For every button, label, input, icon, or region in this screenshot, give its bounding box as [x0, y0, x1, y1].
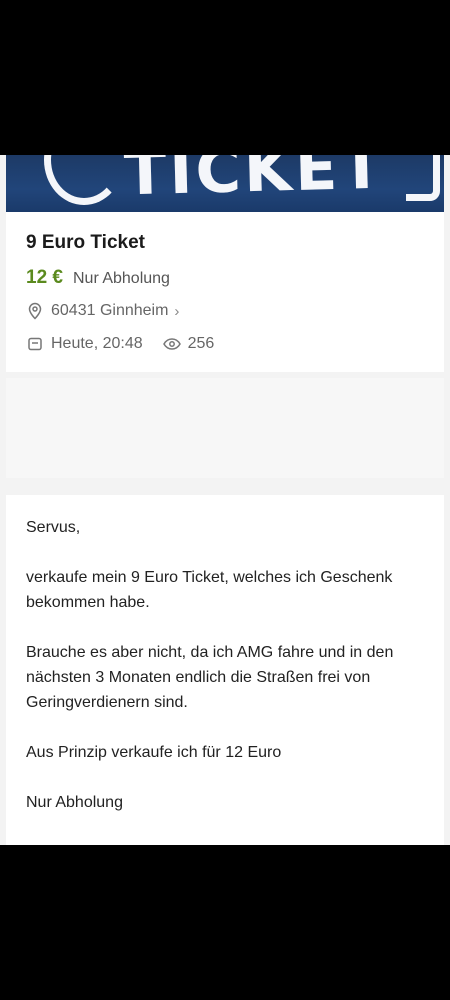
pickup-label: Nur Abholung	[72, 270, 170, 287]
description-paragraph: Aus Prinzip verkaufe ich für 12 Euro	[26, 744, 282, 761]
calendar-icon	[26, 335, 44, 353]
description-paragraph: verkaufe mein 9 Euro Ticket, welches ich…	[26, 569, 393, 611]
image-decoration	[44, 155, 124, 205]
eye-icon	[162, 335, 181, 353]
description-paragraph: Brauche es aber nicht, da ich AMG fahre …	[26, 644, 394, 711]
description-paragraph: Nur Abholung	[26, 794, 123, 811]
chevron-right-icon: ›	[174, 302, 180, 320]
listing-title: 9 Euro Ticket	[26, 232, 145, 253]
meta-info: Heute, 20:48 256	[26, 335, 214, 353]
view-count: 256	[187, 335, 215, 352]
price-row: 12 € Nur Abholung	[26, 267, 170, 289]
posted-time: Heute, 20:48	[51, 335, 143, 352]
location-link[interactable]: 60431 Ginnheim ›	[26, 302, 179, 320]
image-decoration-corner	[406, 155, 440, 201]
listing-card: 9 Euro Ticket 12 € Nur Abholung 60431 Gi…	[6, 212, 444, 372]
empty-section	[6, 378, 444, 478]
location-pin-icon	[26, 302, 44, 320]
description-section: Servus, verkaufe mein 9 Euro Ticket, wel…	[6, 495, 444, 845]
image-text: TICKET	[123, 155, 387, 210]
description-paragraph: Servus,	[26, 519, 81, 536]
listing-image[interactable]: TICKET	[6, 155, 444, 212]
description-text: Servus, verkaufe mein 9 Euro Ticket, wel…	[26, 515, 426, 840]
location-text: 60431 Ginnheim	[51, 302, 169, 319]
listing-price: 12 €	[26, 267, 63, 288]
app-screen: TICKET 9 Euro Ticket 12 € Nur Abholung 6…	[0, 155, 450, 845]
